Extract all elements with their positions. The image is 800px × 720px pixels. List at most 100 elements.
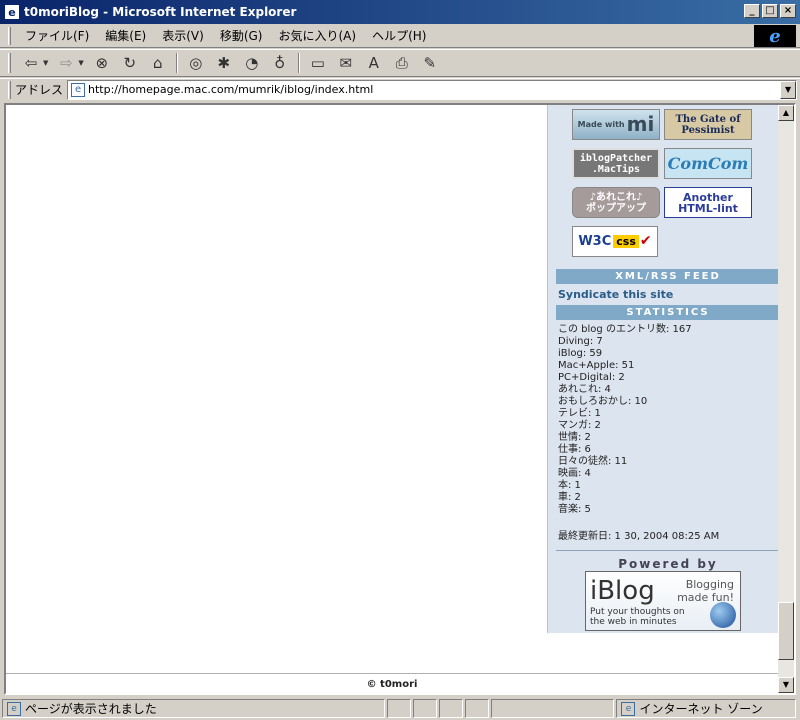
toolbar-separator	[297, 53, 300, 73]
iblog-brand: iBlog	[590, 576, 655, 606]
syndicate-link[interactable]: Syndicate this site	[558, 288, 673, 301]
menu-view[interactable]: 表示(V)	[154, 27, 212, 44]
zone-text: インターネット ゾーン	[639, 702, 763, 716]
last-updated: 最終更新日: 1 30, 2004 08:25 AM	[558, 531, 720, 542]
page-done-icon: e	[7, 701, 21, 716]
maximize-button[interactable]: □	[762, 4, 778, 18]
back-dropdown-icon[interactable]: ▼	[43, 59, 48, 67]
stat-entry-count: この blog のエントリ数: 167	[558, 324, 692, 335]
edit-icon[interactable]: ✎	[418, 52, 442, 74]
made-with-mi-badge[interactable]: Made with mi	[572, 109, 660, 140]
ie-logo-icon: e	[754, 25, 796, 47]
window-controls: _ □ ×	[744, 4, 796, 18]
font-icon[interactable]: A	[362, 52, 386, 74]
vertical-scrollbar[interactable]: ▲ ▼	[778, 105, 794, 693]
channels-icon[interactable]: ♁	[268, 52, 292, 74]
popup-badge[interactable]: ♪あれこれ♪ ポップアップ	[572, 187, 660, 218]
statistics-header: STATISTICS	[556, 305, 780, 320]
scroll-down-icon[interactable]: ▼	[778, 677, 794, 693]
address-label: アドレス	[15, 83, 64, 97]
home-icon[interactable]: ⌂	[146, 52, 170, 74]
address-grip[interactable]	[8, 80, 11, 99]
menu-help[interactable]: ヘルプ(H)	[364, 27, 434, 44]
mail-icon[interactable]: ✉	[334, 52, 358, 74]
status-pane	[490, 699, 615, 718]
scroll-thumb[interactable]	[778, 602, 794, 660]
iblogpatcher-line1: iblogPatcher	[579, 152, 653, 164]
status-text: ページが表示されました	[25, 702, 157, 716]
menu-favorites[interactable]: お気に入り(A)	[270, 27, 364, 44]
forward-dropdown-icon[interactable]: ▼	[78, 59, 83, 67]
powered-by-label: Powered by	[618, 557, 718, 571]
address-dropdown-icon[interactable]: ▼	[780, 80, 797, 99]
window-title: t0moriBlog - Microsoft Internet Explorer	[24, 5, 297, 19]
sidebar: Made with mi The Gate of Pessimist iblog…	[547, 105, 780, 633]
address-bar: アドレス e http://homepage.mac.com/mumrik/ib…	[0, 78, 800, 100]
footer-copyright: © t0mori	[6, 673, 778, 693]
stat-category: Mac+Apple: 51	[558, 360, 635, 371]
zone-pane: e インターネット ゾーン	[616, 699, 797, 718]
status-pane	[412, 699, 437, 718]
css-text: css	[613, 235, 639, 248]
close-button[interactable]: ×	[780, 4, 796, 18]
iblog-sub-line2: the web in minutes	[590, 617, 677, 627]
scroll-up-icon[interactable]: ▲	[778, 105, 794, 121]
checkmark-icon: ✔	[639, 233, 652, 249]
iblog-banner[interactable]: iBlog Blogging made fun! Put your though…	[585, 571, 741, 631]
page-viewport: Made with mi The Gate of Pessimist iblog…	[4, 103, 796, 695]
menu-grip[interactable]	[8, 26, 11, 45]
status-pane	[386, 699, 411, 718]
toolbar-grip[interactable]	[8, 53, 11, 73]
status-bar: e ページが表示されました e インターネット ゾーン	[0, 697, 800, 720]
stat-category: あれこれ: 4	[558, 384, 611, 395]
menu-file[interactable]: ファイル(F)	[17, 27, 97, 44]
address-url[interactable]: http://homepage.mac.com/mumrik/iblog/ind…	[88, 83, 373, 96]
back-icon[interactable]: ⇦	[19, 52, 43, 74]
forward-icon[interactable]: ⇨	[54, 52, 78, 74]
fullscreen-icon[interactable]: ▭	[306, 52, 330, 74]
mi-text: mi	[626, 112, 655, 136]
menu-bar: ファイル(F) 編集(E) 表示(V) 移動(G) お気に入り(A) ヘルプ(H…	[0, 24, 800, 48]
stat-category: 音楽: 5	[558, 504, 591, 515]
stat-category: テレビ: 1	[558, 408, 601, 419]
stat-category: PC+Digital: 2	[558, 372, 625, 383]
menu-edit[interactable]: 編集(E)	[97, 27, 154, 44]
mi-caption: Made with	[577, 120, 625, 129]
globe-icon	[710, 602, 736, 628]
sidebar-divider	[556, 550, 780, 551]
favorites-icon[interactable]: ✱	[212, 52, 236, 74]
status-pane	[464, 699, 489, 718]
iblog-tagline: Blogging made fun!	[677, 578, 734, 604]
menu-go[interactable]: 移動(G)	[212, 27, 271, 44]
ie-page-icon: e	[4, 4, 20, 20]
iblogpatcher-line2: .MacTips	[591, 163, 641, 175]
search-icon[interactable]: ◎	[184, 52, 208, 74]
print-icon[interactable]: ⎙	[390, 52, 414, 74]
refresh-icon[interactable]: ↻	[118, 52, 142, 74]
gate-of-pessimist-badge[interactable]: The Gate of Pessimist	[664, 109, 752, 140]
popup-line1: ♪あれこれ♪	[589, 191, 643, 203]
iblogpatcher-badge[interactable]: iblogPatcher .MacTips	[572, 148, 660, 179]
w3c-css-badge[interactable]: W3C css ✔	[572, 226, 658, 257]
stat-category: おもしろおかし: 10	[558, 396, 648, 407]
toolbar-separator	[175, 53, 178, 73]
stat-category: 車: 2	[558, 492, 581, 503]
history-icon[interactable]: ◔	[240, 52, 264, 74]
minimize-button[interactable]: _	[744, 4, 760, 18]
stat-category: Diving: 7	[558, 336, 603, 347]
stop-icon[interactable]: ⊗	[90, 52, 114, 74]
status-pane	[438, 699, 463, 718]
iblog-subtext: Put your thoughts on the web in minutes	[590, 607, 685, 627]
comcom-badge[interactable]: ComCom	[664, 148, 752, 179]
stat-category: 映画: 4	[558, 468, 591, 479]
internet-zone-icon: e	[621, 701, 636, 716]
htmllint-line2: HTML-lint	[678, 201, 738, 215]
toolbar: ⇦ ▼ ⇨ ▼ ⊗ ↻ ⌂ ◎ ✱ ◔ ♁ ▭ ✉ A ⎙ ✎	[0, 49, 800, 77]
status-text-pane: e ページが表示されました	[2, 699, 385, 718]
statistics-list: この blog のエントリ数: 167 Diving: 7 iBlog: 59 …	[558, 324, 692, 516]
stat-category: 仕事: 6	[558, 444, 591, 455]
stat-category: 世情: 2	[558, 432, 591, 443]
badge-grid: Made with mi The Gate of Pessimist iblog…	[572, 109, 754, 265]
address-input[interactable]: e http://homepage.mac.com/mumrik/iblog/i…	[67, 79, 798, 100]
another-html-lint-badge[interactable]: Another HTML-lint	[664, 187, 752, 218]
